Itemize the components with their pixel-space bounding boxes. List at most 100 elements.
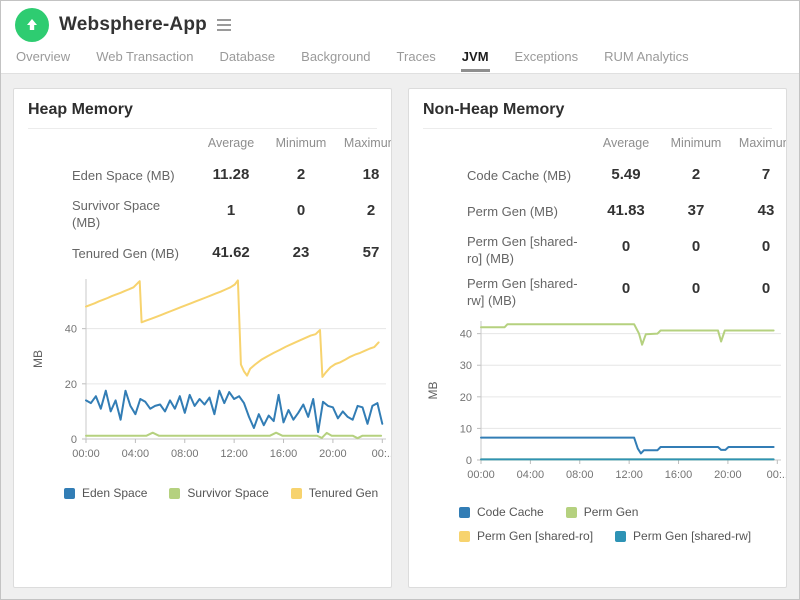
svg-text:20:00: 20:00 <box>319 448 347 460</box>
non-heap-memory-chart[interactable]: 0 10 20 30 40 00:00 04:00 08:00 12:00 16:00 20:00 0… <box>409 313 786 493</box>
tab-jvm[interactable]: JVM <box>460 45 490 72</box>
svg-text:08:00: 08:00 <box>566 469 594 481</box>
svg-text:20: 20 <box>460 392 472 404</box>
up-arrow-circle-icon <box>15 8 49 42</box>
panel-title: Heap Memory <box>28 101 133 118</box>
cell-average: 0 <box>621 280 631 297</box>
column-spacer <box>28 129 196 157</box>
row-label: Perm Gen (MB) <box>467 203 559 219</box>
svg-text:40: 40 <box>65 324 77 336</box>
cell-average: 0 <box>621 238 631 255</box>
cell-maximum: 43 <box>757 202 775 219</box>
heap-memory-panel: Heap Memory Average Minimum Maximum Eden… <box>13 88 392 588</box>
legend-swatch-icon <box>459 506 470 518</box>
svg-text:00:00: 00:00 <box>467 469 495 481</box>
legend-item[interactable]: Perm Gen [shared-ro] <box>459 529 593 543</box>
cell-minimum: 37 <box>687 202 705 219</box>
svg-text:00:00: 00:00 <box>72 448 100 460</box>
tab-database[interactable]: Database <box>219 45 277 72</box>
heap-stats-table: Average Minimum Maximum Eden Space (MB) … <box>14 129 391 271</box>
column-header-maximum: Maximum <box>738 136 786 150</box>
svg-text:04:00: 04:00 <box>122 448 150 460</box>
svg-text:00:..: 00:.. <box>372 448 392 460</box>
cell-average: 1 <box>226 202 236 219</box>
cell-maximum: 18 <box>362 166 380 183</box>
svg-text:40: 40 <box>460 329 472 341</box>
legend-label: Survivor Space <box>187 486 269 500</box>
non-heap-memory-legend: Code Cache Perm Gen Perm Gen [shared-ro] Pe… <box>409 505 786 543</box>
cell-maximum: 0 <box>761 238 771 255</box>
legend-row: Code Cache Perm Gen <box>459 505 786 519</box>
legend-row: Perm Gen [shared-ro] Perm Gen [shared-rw] <box>459 529 786 543</box>
svg-text:00:..: 00:.. <box>767 469 787 481</box>
column-spacer <box>423 129 591 157</box>
title-row: Websphere-App <box>1 1 799 45</box>
svg-text:12:00: 12:00 <box>220 448 248 460</box>
heap-memory-legend: Eden Space Survivor Space Tenured Gen <box>14 486 391 500</box>
tab-exceptions[interactable]: Exceptions <box>514 45 580 72</box>
legend-swatch-icon <box>459 530 470 542</box>
heap-memory-chart[interactable]: 0 20 40 00:00 04:00 08:00 12:00 16:00 20:00 00:..… <box>14 271 391 472</box>
legend-item[interactable]: Code Cache <box>459 505 544 519</box>
legend-item[interactable]: Perm Gen <box>565 505 638 519</box>
legend-label: Perm Gen [shared-ro] <box>477 529 594 543</box>
cell-average: 41.83 <box>607 202 645 219</box>
legend-item[interactable]: Tenured Gen <box>290 486 379 500</box>
cell-minimum: 0 <box>691 238 701 255</box>
legend-swatch-icon <box>169 487 181 499</box>
row-label: Perm Gen [shared-ro] (MB) <box>467 234 578 266</box>
non-heap-stats-table: Average Minimum Maximum Code Cache (MB) … <box>409 129 786 313</box>
column-header-average: Average <box>602 136 650 150</box>
svg-text:10: 10 <box>460 423 472 435</box>
tab-bar: Overview Web Transaction Database Backgr… <box>1 45 799 74</box>
legend-swatch-icon <box>615 530 627 542</box>
tab-overview[interactable]: Overview <box>15 45 71 72</box>
cell-average: 41.62 <box>212 244 250 261</box>
svg-text:08:00: 08:00 <box>171 448 199 460</box>
svg-text:12:00: 12:00 <box>615 469 643 481</box>
tab-background[interactable]: Background <box>300 45 371 72</box>
svg-text:MB: MB <box>31 350 45 368</box>
legend-label: Perm Gen [shared-rw] <box>633 529 752 543</box>
legend-label: Code Cache <box>477 505 544 519</box>
app-window: Websphere-App Overview Web Transaction D… <box>0 0 800 600</box>
column-header-average: Average <box>207 136 255 150</box>
hamburger-menu-icon[interactable] <box>216 19 231 31</box>
page-title: Websphere-App <box>59 14 207 35</box>
legend-item[interactable]: Perm Gen [shared-rw] <box>615 529 751 543</box>
svg-text:16:00: 16:00 <box>665 469 693 481</box>
column-header-maximum: Maximum <box>343 136 391 150</box>
panel-title: Non-Heap Memory <box>423 101 565 118</box>
row-label: Perm Gen [shared-rw] (MB) <box>467 276 578 308</box>
legend-label: Eden Space <box>82 486 148 500</box>
svg-text:16:00: 16:00 <box>270 448 298 460</box>
svg-text:20: 20 <box>65 379 77 391</box>
cell-minimum: 2 <box>296 166 306 183</box>
cell-minimum: 2 <box>691 166 701 183</box>
legend-swatch-icon <box>565 506 577 518</box>
column-header-minimum: Minimum <box>275 136 327 150</box>
row-label: Tenured Gen (MB) <box>72 245 179 261</box>
svg-text:0: 0 <box>71 434 77 446</box>
header: Websphere-App Overview Web Transaction D… <box>1 1 799 74</box>
content-area: Heap Memory Average Minimum Maximum Eden… <box>1 74 799 599</box>
tab-rum-analytics[interactable]: RUM Analytics <box>603 45 690 72</box>
legend-item[interactable]: Survivor Space <box>169 486 269 500</box>
legend-swatch-icon <box>290 487 302 499</box>
cell-minimum: 0 <box>691 280 701 297</box>
svg-text:20:00: 20:00 <box>714 469 742 481</box>
legend-item[interactable]: Eden Space <box>64 486 147 500</box>
legend-label: Tenured Gen <box>308 486 379 500</box>
legend-row: Eden Space Survivor Space Tenured Gen <box>64 486 391 500</box>
row-label: Survivor Space (MB) <box>72 198 161 230</box>
cell-average: 5.49 <box>611 166 641 183</box>
legend-swatch-icon <box>64 487 75 499</box>
cell-maximum: 0 <box>761 280 771 297</box>
tab-traces[interactable]: Traces <box>396 45 437 72</box>
cell-minimum: 0 <box>296 202 306 219</box>
svg-text:MB: MB <box>426 382 440 400</box>
tab-web-transaction[interactable]: Web Transaction <box>95 45 194 72</box>
cell-average: 11.28 <box>212 166 250 183</box>
up-arrow-glyph <box>27 19 37 30</box>
non-heap-memory-panel: Non-Heap Memory Average Minimum Maximum … <box>408 88 787 588</box>
